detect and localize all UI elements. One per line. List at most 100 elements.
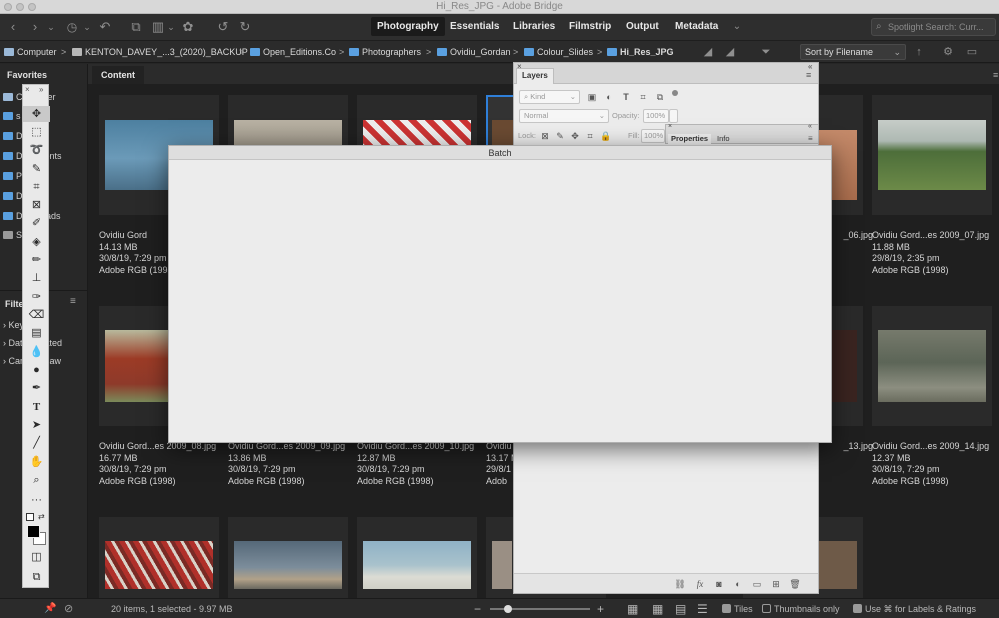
history-brush-tool-icon[interactable]: ✑ [23,289,50,305]
sort-select[interactable]: Sort by Filename ⌄ [800,44,906,60]
new-adjustment-layer-icon[interactable]: ◐ [732,578,744,590]
filter-keywords[interactable]: › Key [3,319,24,331]
fill-input[interactable]: 100% [641,129,665,143]
zoom-slider-thumb[interactable] [504,605,512,613]
filter-toggle-icon[interactable] [672,90,678,96]
brush-tool-icon[interactable]: ✏ [23,252,50,268]
adjustment-layer-filter-icon[interactable]: ◐ [603,91,615,103]
pin-icon[interactable]: 📌 [44,603,56,614]
breadcrumb-colour-slides[interactable]: Colour_Slides [524,41,593,63]
dodge-tool-icon[interactable]: ● [23,362,50,378]
view-list-icon[interactable]: ☰ [697,599,708,618]
breadcrumb-photographers[interactable]: Photographers [349,41,421,63]
layers-tab[interactable]: Layers [516,68,554,84]
pen-tool-icon[interactable]: ✒ [23,380,50,396]
labels-ratings-checkbox[interactable]: Use ⌘ for Labels & Ratings [853,599,976,618]
quality-icon[interactable]: ◢ [700,44,716,60]
favorites-tab[interactable]: Favorites [7,70,47,80]
marquee-tool-icon[interactable]: ⬚ [23,124,50,140]
shape-layer-filter-icon[interactable]: ⌗ [637,91,649,103]
rating-filter-icon[interactable]: ◢ [722,44,738,60]
pixel-layer-filter-icon[interactable]: ▣ [586,91,598,103]
grid-lock-icon[interactable]: ▦ [627,599,638,618]
panel-menu-icon[interactable]: ≡ [70,296,76,307]
content-tab[interactable]: Content [92,66,144,84]
recent-files-icon[interactable]: ◷ [64,19,80,35]
lock-artboard-icon[interactable]: ⌗ [584,130,596,142]
crop-tool-icon[interactable]: ⌗ [23,179,50,195]
move-tool-icon[interactable]: ✥ [23,106,50,122]
zoom-in-icon[interactable]: + [597,599,604,618]
back-arrow-icon[interactable]: ‹ [6,19,20,35]
new-layer-icon[interactable]: ⊞ [770,578,782,590]
screen-mode-icon[interactable]: ⧉ [23,569,50,585]
lock-image-pixels-icon[interactable]: ✎ [554,130,566,142]
line-tool-icon[interactable]: ╱ [23,435,50,451]
blur-tool-icon[interactable]: 💧 [23,344,50,360]
favorite-item[interactable]: S [3,229,22,241]
layer-kind-filter-select[interactable]: ⌕ Kind ⌄ [519,90,580,104]
rotate-left-icon[interactable]: ↺ [215,19,231,35]
breadcrumb-hi-res-jpg[interactable]: Hi_Res_JPG [607,41,674,63]
thumbnail-tile[interactable] [872,95,992,215]
lasso-tool-icon[interactable]: ➰ [23,142,50,158]
thumbnails-only-checkbox[interactable]: Thumbnails only [762,599,840,618]
workspace-tab-filmstrip[interactable]: Filmstrip [563,17,617,36]
favorite-item[interactable]: D [3,130,23,142]
link-layers-icon[interactable]: ⛓ [674,578,686,590]
workspace-tab-photography[interactable]: Photography [371,17,445,36]
zoom-tool-icon[interactable]: ⌕ [23,472,50,488]
path-selection-tool-icon[interactable]: ➤ [23,417,50,433]
opacity-input[interactable]: 100% [643,109,669,123]
swap-colors-icon[interactable]: ⇄ [38,512,45,521]
more-workspaces-chevron-down-icon[interactable]: ⌄ [730,19,744,35]
type-layer-filter-icon[interactable]: T [620,91,632,103]
open-recent-icon[interactable]: ⚙ [940,44,956,60]
zoom-out-icon[interactable]: − [474,599,481,618]
forward-arrow-icon[interactable]: › [28,19,42,35]
refine-chevron-down-icon[interactable]: ⌄ [166,19,176,35]
eraser-tool-icon[interactable]: ⌫ [23,307,50,323]
favorite-item[interactable]: P [3,170,22,182]
lock-position-icon[interactable]: ✥ [569,130,581,142]
open-in-camera-raw-icon[interactable]: ✿ [180,19,196,35]
camera-import-icon[interactable]: ⧉ [128,19,144,35]
recent-chevron-down-icon[interactable]: ⌄ [82,19,92,35]
refine-icon[interactable]: ▥ [150,19,166,35]
opacity-chevron-down-icon[interactable] [669,109,678,123]
zoom-slider[interactable] [490,605,590,613]
sort-direction-arrow-icon[interactable]: ↑ [912,44,926,60]
close-panel-icon[interactable]: × [668,123,672,130]
panel-menu-icon[interactable]: ≡ [806,70,811,80]
breadcrumb-ovidiu-gordan[interactable]: Ovidiu_Gordan [437,41,511,63]
view-thumbnails-icon[interactable]: ▦ [652,599,663,618]
foreground-color-swatch[interactable] [27,525,40,538]
info-tab[interactable]: Info [714,134,733,144]
collapse-panel-icon[interactable]: » [39,85,43,94]
breadcrumb-open-editions[interactable]: Open_Editions.Co [250,41,336,63]
delete-layer-icon[interactable]: 🗑 [789,578,801,590]
hand-tool-icon[interactable]: ✋ [23,454,50,470]
filter-items-icon[interactable]: ⏷ [758,44,774,60]
smart-object-filter-icon[interactable]: ⧉ [654,91,666,103]
frame-tool-icon[interactable]: ⊠ [23,197,50,213]
spotlight-search-input[interactable]: ⌕ Spotlight Search: Curr... [871,18,996,36]
eyedropper-tool-icon[interactable]: ✐ [23,215,50,231]
more-tools-icon[interactable]: ··· [23,492,50,508]
new-group-icon[interactable]: ▭ [751,578,763,590]
gradient-tool-icon[interactable]: ▤ [23,325,50,341]
workspace-tab-metadata[interactable]: Metadata [669,17,724,36]
collapse-panel-icon[interactable]: « [808,123,812,130]
workspace-tab-output[interactable]: Output [620,17,665,36]
tiles-checkbox[interactable]: Tiles [722,599,753,618]
workspace-tab-essentials[interactable]: Essentials [444,17,505,36]
clone-stamp-tool-icon[interactable]: ⊥ [23,270,50,286]
view-details-icon[interactable]: ▤ [675,599,686,618]
favorite-item[interactable]: s [3,110,21,122]
magic-wand-tool-icon[interactable]: ✎ [23,161,50,177]
new-folder-icon[interactable]: ▭ [964,44,980,60]
lock-all-icon[interactable]: 🔒 [600,130,612,142]
healing-brush-tool-icon[interactable]: ◈ [23,234,50,250]
breadcrumb-computer[interactable]: Computer [4,41,57,63]
blend-mode-select[interactable]: Normal ⌄ [519,109,609,123]
